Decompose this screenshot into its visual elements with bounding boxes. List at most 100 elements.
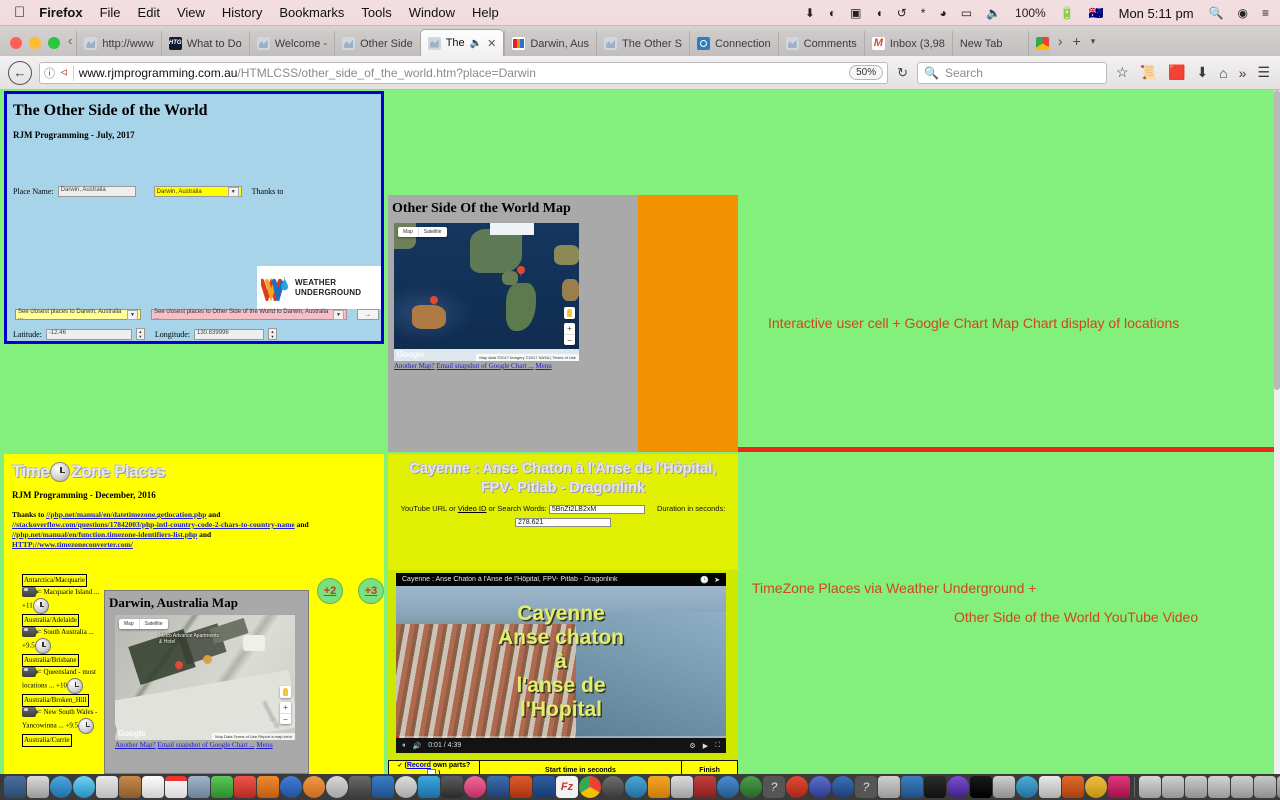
spotlight-search-icon[interactable]: 🔍: [1209, 6, 1224, 20]
menu-link[interactable]: Menu: [535, 362, 551, 370]
scrollbar-thumb[interactable]: [1274, 90, 1280, 390]
dock-icon-colorful-app[interactable]: [993, 776, 1015, 798]
menu-item-file[interactable]: File: [100, 5, 121, 20]
record-all-checkbox[interactable]: [427, 769, 437, 774]
youtube-video-frame[interactable]: Cayenne Anse chaton à l'anse de l'Hopita…: [396, 586, 726, 738]
dock-icon-appstore[interactable]: [280, 776, 302, 798]
menu-item-history[interactable]: History: [222, 5, 262, 20]
dock-icon-yellow-app[interactable]: [1085, 776, 1107, 798]
volume-icon[interactable]: 🔈: [986, 6, 1001, 20]
another-map-link[interactable]: Another Map?: [115, 741, 156, 749]
dock-icon-android-studio[interactable]: [740, 776, 762, 798]
weather-underground-logo[interactable]: WEATHER UNDERGROUND: [257, 266, 381, 309]
badge-plus-2[interactable]: +2: [317, 578, 343, 604]
credit-link-2[interactable]: //stackoverflow.com/questions/17842003/p…: [12, 520, 295, 529]
bookmark-star-icon[interactable]: ☆: [1114, 64, 1131, 81]
tracking-protection-icon[interactable]: ⏿: [60, 66, 68, 79]
dock-minimized-window-4[interactable]: [1208, 776, 1230, 798]
watch-later-icon[interactable]: 🕑: [700, 576, 709, 584]
macos-dock[interactable]: Fz ? ?: [0, 774, 1280, 800]
map-type-control[interactable]: Map Satellite: [119, 619, 168, 629]
dock-icon-unknown-1[interactable]: ?: [763, 776, 785, 798]
menubar-clock[interactable]: Mon 5:11 pm: [1119, 6, 1194, 21]
fullscreen-icon[interactable]: ⛶: [715, 742, 720, 750]
map-tab[interactable]: Map: [398, 227, 418, 237]
tab-list-dropdown-icon[interactable]: ▾: [1091, 36, 1096, 47]
dock-icon-pink-app[interactable]: [1108, 776, 1130, 798]
map-pin-darwin-location[interactable]: [175, 661, 183, 672]
bluetooth-icon[interactable]: *: [921, 6, 926, 20]
tab-3[interactable]: Other Side: [334, 31, 420, 56]
url-bar[interactable]: ⓘ ⏿ www.rjmprogramming.com.au/HTMLCSS/ot…: [39, 61, 889, 84]
map-type-control[interactable]: Map Satellite: [398, 227, 447, 237]
satellite-tab[interactable]: Satellite: [138, 619, 168, 629]
duration-input[interactable]: 278.621: [515, 518, 611, 527]
dock-minimized-window-2[interactable]: [1162, 776, 1184, 798]
tab-11[interactable]: [1027, 31, 1050, 56]
dock-icon-word[interactable]: [533, 776, 555, 798]
video-id-input[interactable]: 5BnZt2LB2xM: [548, 505, 645, 514]
timezone-name[interactable]: Australia/Adelaide: [22, 614, 79, 627]
dock-icon-safari[interactable]: [50, 776, 72, 798]
wifi-icon[interactable]: ◕: [939, 6, 946, 20]
menu-item-firefox[interactable]: Firefox: [39, 5, 82, 20]
menu-item-help[interactable]: Help: [472, 5, 499, 20]
screen-icon[interactable]: ▭: [961, 6, 972, 20]
dock-icon-orange-app[interactable]: [1062, 776, 1084, 798]
dock-icon-terminal[interactable]: [441, 776, 463, 798]
badge-plus-3[interactable]: +3: [358, 578, 384, 604]
menu-item-view[interactable]: View: [177, 5, 205, 20]
dock-icon-unknown-2[interactable]: ?: [855, 776, 877, 798]
menu-link[interactable]: Menu: [256, 741, 272, 749]
timezone-name[interactable]: Australia/Brisbane: [22, 654, 79, 667]
list-item[interactable]: Antarctica/Macquarie: [22, 574, 108, 587]
email-snapshot-link[interactable]: Email snapshot of Google Chart ...: [157, 741, 254, 749]
satellite-tab[interactable]: Satellite: [417, 227, 447, 237]
map-pin-other-side[interactable]: [517, 266, 525, 277]
airplay-mirror-icon[interactable]: ◖: [875, 6, 882, 20]
page-scrollbar[interactable]: [1274, 90, 1280, 774]
new-tab-button[interactable]: +: [1073, 33, 1081, 49]
dock-icon-iphone-sim[interactable]: [970, 776, 992, 798]
menu-item-window[interactable]: Window: [409, 5, 455, 20]
zoom-in-button[interactable]: +: [280, 702, 291, 713]
dock-icon-mail[interactable]: [372, 776, 394, 798]
another-map-link[interactable]: Another Map?: [394, 362, 435, 370]
dock-icon-keynote[interactable]: [257, 776, 279, 798]
place-name-input[interactable]: Darwin, Australia: [57, 186, 136, 197]
hamburger-menu-icon[interactable]: ☰: [1255, 64, 1272, 81]
dock-icon-pages[interactable]: [142, 776, 164, 798]
home-icon[interactable]: ⌂: [1217, 65, 1229, 81]
dock-icon-preview[interactable]: [349, 776, 371, 798]
tab-close-icon[interactable]: ✕: [487, 37, 496, 50]
youtube-logo-icon[interactable]: ▶: [703, 742, 708, 750]
dock-icon-gimp[interactable]: [878, 776, 900, 798]
share-icon[interactable]: ➤: [714, 576, 720, 584]
dock-icon-notes[interactable]: [671, 776, 693, 798]
dock-icon-chrome[interactable]: [579, 776, 601, 798]
dock-icon-inkscape[interactable]: [901, 776, 923, 798]
dock-minimized-window-3[interactable]: [1185, 776, 1207, 798]
dock-icon-xcode[interactable]: [487, 776, 509, 798]
dock-minimized-window-1[interactable]: [1139, 776, 1161, 798]
settings-gear-icon[interactable]: ⚙: [689, 742, 695, 750]
dock-icon-reminders[interactable]: [303, 776, 325, 798]
timezone-name[interactable]: Antarctica/Macquarie: [22, 574, 88, 587]
timezone-list[interactable]: Antarctica/Macquarie = Macquarie Island …: [22, 574, 108, 772]
dock-icon-textedit[interactable]: [96, 776, 118, 798]
australia-flag-icon[interactable]: 🇦🇺: [1089, 6, 1104, 20]
dock-icon-itunes[interactable]: [464, 776, 486, 798]
pegman-street-view-icon[interactable]: [280, 686, 291, 698]
tab-10[interactable]: New Tab: [951, 31, 1028, 56]
tab-7[interactable]: Connection: [688, 31, 778, 56]
list-item[interactable]: Australia/Currie: [22, 734, 108, 747]
video-id-link[interactable]: Video ID: [458, 504, 487, 513]
credit-link-3[interactable]: //php.net/manual/en/function.timezone-id…: [12, 530, 197, 539]
go-arrow-button[interactable]: →: [357, 309, 379, 320]
dock-icon-books[interactable]: [119, 776, 141, 798]
timemachine-icon[interactable]: ↺: [897, 6, 907, 20]
dock-icon-doc[interactable]: [1039, 776, 1061, 798]
reader-icon[interactable]: 📜: [1138, 64, 1159, 81]
dock-icon-clock[interactable]: [326, 776, 348, 798]
world-google-map[interactable]: Map Satellite + − Google Map data ©2017 …: [394, 223, 579, 361]
